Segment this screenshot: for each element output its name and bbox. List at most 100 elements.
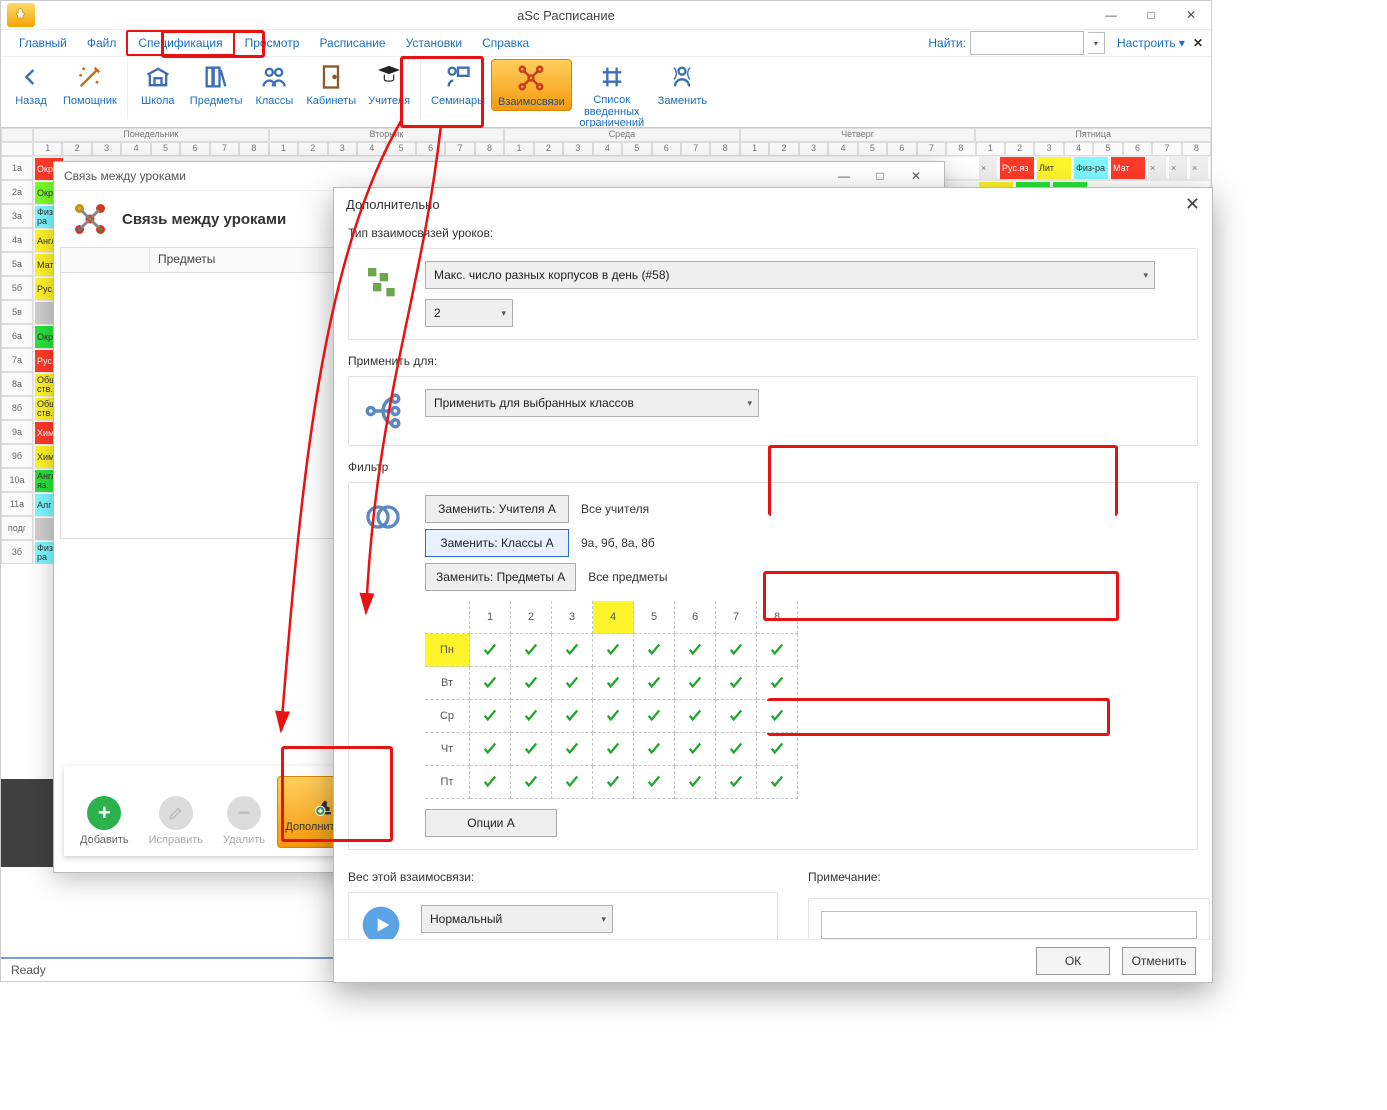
delete-relation-button[interactable]: − Удалить bbox=[215, 794, 273, 848]
apply-panel-icon bbox=[361, 389, 405, 433]
day-period-cell[interactable] bbox=[757, 634, 798, 667]
weight-play-icon bbox=[361, 905, 401, 939]
day-period-cell[interactable] bbox=[470, 634, 511, 667]
app-title: aSc Расписание bbox=[41, 8, 1091, 23]
relations-dialog-close[interactable]: ✕ bbox=[898, 169, 934, 183]
day-period-cell[interactable] bbox=[593, 733, 634, 766]
ribbon-collapse-button[interactable]: ✕ bbox=[1193, 36, 1203, 50]
day-period-cell[interactable] bbox=[675, 634, 716, 667]
day-period-cell[interactable] bbox=[593, 766, 634, 799]
note-input[interactable] bbox=[821, 911, 1197, 939]
day-period-cell[interactable] bbox=[593, 700, 634, 733]
ribbon-rooms-button[interactable]: Кабинеты bbox=[300, 59, 362, 109]
relation-type-select[interactable]: Макс. число разных корпусов в день (#58)… bbox=[425, 261, 1155, 289]
all-subjects-label: Все предметы bbox=[588, 570, 667, 584]
day-period-cell[interactable] bbox=[716, 733, 757, 766]
day-period-cell[interactable] bbox=[634, 634, 675, 667]
door-icon bbox=[315, 61, 347, 93]
type-section-label: Тип взаимосвязей уроков: bbox=[348, 226, 1198, 240]
day-period-grid[interactable]: 12345678ПнВтСрЧтПт bbox=[425, 601, 1185, 799]
ribbon-replace-button[interactable]: Заменить bbox=[652, 59, 713, 109]
ok-button[interactable]: ОК bbox=[1036, 947, 1110, 975]
day-period-cell[interactable] bbox=[634, 766, 675, 799]
day-period-cell[interactable] bbox=[675, 700, 716, 733]
day-period-cell[interactable] bbox=[552, 733, 593, 766]
day-period-cell[interactable] bbox=[470, 733, 511, 766]
day-period-cell[interactable] bbox=[511, 700, 552, 733]
replace-icon bbox=[666, 61, 698, 93]
ribbon-school-button[interactable]: Школа bbox=[132, 59, 184, 109]
app-logo-icon bbox=[7, 3, 35, 27]
day-period-cell[interactable] bbox=[716, 667, 757, 700]
day-period-cell[interactable] bbox=[634, 700, 675, 733]
day-period-cell[interactable] bbox=[716, 634, 757, 667]
window-minimize-button[interactable]: — bbox=[1091, 1, 1131, 29]
relations-dialog-icon bbox=[72, 201, 108, 237]
day-period-cell[interactable] bbox=[757, 667, 798, 700]
edit-relation-button[interactable]: Исправить bbox=[141, 794, 211, 848]
day-period-cell[interactable] bbox=[552, 700, 593, 733]
replace-subjects-button[interactable]: Заменить: Предметы А bbox=[425, 563, 576, 591]
menubar: Главный Файл Спецификация Просмотр Распи… bbox=[1, 30, 1211, 57]
apply-for-select[interactable]: Применить для выбранных классов▾ bbox=[425, 389, 759, 417]
replace-teachers-button[interactable]: Заменить: Учителя А bbox=[425, 495, 569, 523]
day-period-cell[interactable] bbox=[511, 766, 552, 799]
ribbon-relations-button[interactable]: Взаимосвязи bbox=[491, 59, 572, 111]
day-period-cell[interactable] bbox=[470, 667, 511, 700]
ribbon-wizard-button[interactable]: Помощник bbox=[57, 59, 123, 109]
day-period-cell[interactable] bbox=[757, 700, 798, 733]
day-period-cell[interactable] bbox=[593, 634, 634, 667]
weight-select[interactable]: Нормальный▾ bbox=[421, 905, 613, 933]
ribbon-classes-button[interactable]: Классы bbox=[248, 59, 300, 109]
ribbon-subjects-button[interactable]: Предметы bbox=[184, 59, 249, 109]
day-period-cell[interactable] bbox=[511, 667, 552, 700]
ribbon-constraints-list-button[interactable]: Список введенных ограничений bbox=[572, 59, 652, 132]
day-period-cell[interactable] bbox=[593, 667, 634, 700]
window-close-button[interactable]: ✕ bbox=[1171, 1, 1211, 29]
menu-file[interactable]: Файл bbox=[77, 32, 127, 54]
menu-help[interactable]: Справка bbox=[472, 32, 539, 54]
day-period-cell[interactable] bbox=[634, 667, 675, 700]
ribbon: Назад Помощник Школа Предметы Классы Каб… bbox=[1, 57, 1211, 132]
day-period-cell[interactable] bbox=[757, 733, 798, 766]
ribbon-seminars-button[interactable]: Семинары bbox=[425, 59, 491, 109]
relations-dialog-maximize[interactable]: □ bbox=[862, 169, 898, 183]
options-button[interactable]: Опции А bbox=[425, 809, 557, 837]
menu-specification[interactable]: Спецификация bbox=[126, 30, 234, 56]
relation-count-select[interactable]: 2▾ bbox=[425, 299, 513, 327]
day-period-cell[interactable] bbox=[675, 733, 716, 766]
window-maximize-button[interactable]: □ bbox=[1131, 1, 1171, 29]
day-period-cell[interactable] bbox=[716, 700, 757, 733]
find-dropdown-button[interactable]: ▾ bbox=[1088, 32, 1105, 54]
day-period-cell[interactable] bbox=[470, 700, 511, 733]
advanced-dialog-close[interactable]: ✕ bbox=[1185, 194, 1200, 215]
day-period-cell[interactable] bbox=[552, 667, 593, 700]
day-period-cell[interactable] bbox=[511, 733, 552, 766]
find-input[interactable] bbox=[970, 31, 1084, 55]
menu-view[interactable]: Просмотр bbox=[235, 32, 310, 54]
day-period-cell[interactable] bbox=[634, 733, 675, 766]
day-period-cell[interactable] bbox=[470, 766, 511, 799]
cancel-button[interactable]: Отменить bbox=[1122, 947, 1196, 975]
day-period-cell[interactable] bbox=[552, 634, 593, 667]
filter-panel: Заменить: Учителя А Все учителя Заменить… bbox=[348, 482, 1198, 850]
ribbon-back-button[interactable]: Назад bbox=[5, 59, 57, 109]
menu-settings[interactable]: Установки bbox=[396, 32, 472, 54]
classes-icon bbox=[258, 61, 290, 93]
add-relation-button[interactable]: + Добавить bbox=[72, 794, 137, 848]
relations-dialog-minimize[interactable]: — bbox=[826, 169, 862, 183]
customize-button[interactable]: Настроить ▾ bbox=[1117, 36, 1185, 50]
day-period-cell[interactable] bbox=[552, 766, 593, 799]
filter-section-label: Фильтр bbox=[348, 460, 1198, 474]
day-period-cell[interactable] bbox=[675, 667, 716, 700]
day-period-cell[interactable] bbox=[675, 766, 716, 799]
menu-schedule[interactable]: Расписание bbox=[309, 32, 395, 54]
day-period-cell[interactable] bbox=[716, 766, 757, 799]
day-period-cell[interactable] bbox=[511, 634, 552, 667]
plus-icon: + bbox=[87, 796, 121, 830]
menu-main[interactable]: Главный bbox=[9, 32, 77, 54]
replace-classes-button[interactable]: Заменить: Классы А bbox=[425, 529, 569, 557]
day-period-cell[interactable] bbox=[757, 766, 798, 799]
advanced-dialog-title: Дополнительно bbox=[346, 197, 1185, 212]
ribbon-teachers-button[interactable]: Учителя bbox=[362, 59, 416, 109]
